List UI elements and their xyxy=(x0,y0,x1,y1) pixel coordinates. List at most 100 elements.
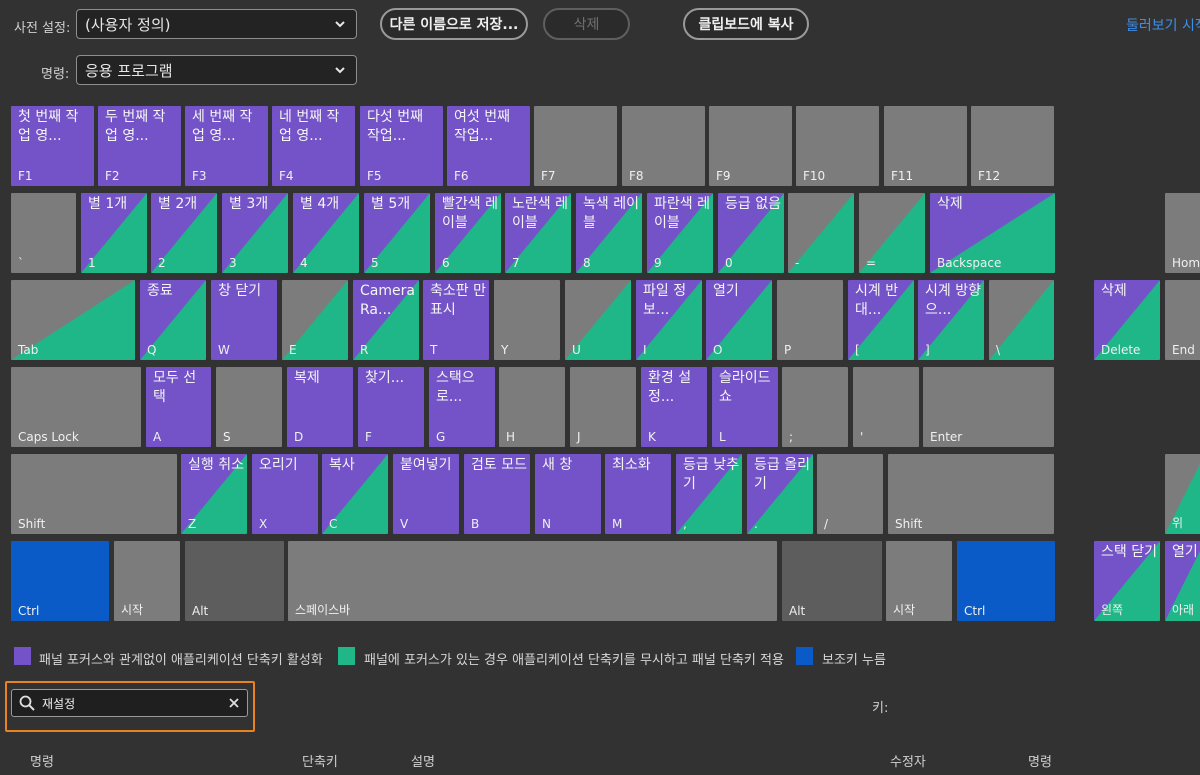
preset-label: 사전 설정: xyxy=(14,21,71,36)
key-sym-r4c10[interactable]: / xyxy=(817,454,883,534)
key-c-r4c3[interactable]: 복사 C xyxy=(322,454,388,534)
clear-icon[interactable] xyxy=(229,698,239,708)
key-f8-r0c7[interactable]: F8 xyxy=(622,106,705,186)
key-cap-label: 3 xyxy=(229,256,237,270)
column-header-command-2[interactable]: 명령 xyxy=(1028,751,1052,770)
key-f11-r0c10[interactable]: F11 xyxy=(884,106,967,186)
key-0-r1c10[interactable]: 등급 없음 0 xyxy=(718,193,784,273)
key-u-r2c7[interactable]: U xyxy=(565,280,631,360)
key-4-r1c4[interactable]: 별 4개 4 xyxy=(293,193,359,273)
key-command-label: 열기 xyxy=(1172,544,1198,560)
key-r-r2c4[interactable]: Camera Ra... R xyxy=(353,280,419,360)
key-sym-r2c11[interactable]: 시계 반대... [ xyxy=(848,280,914,360)
key-shift-r4c0[interactable]: Shift xyxy=(11,454,177,534)
key-tab-r2c0[interactable]: Tab xyxy=(11,280,135,360)
key-sym-r3c10[interactable]: ; xyxy=(782,367,848,447)
key-f9-r0c8[interactable]: F9 xyxy=(709,106,792,186)
key-sym-r3c11[interactable]: ' xyxy=(853,367,919,447)
key-7-r1c7[interactable]: 노란색 레이블 7 xyxy=(505,193,571,273)
key-l-r3c9[interactable]: 슬라이드 쇼 L xyxy=(712,367,778,447)
key-a-r3c1[interactable]: 모두 선택 A xyxy=(146,367,211,447)
key-h-r3c6[interactable]: H xyxy=(499,367,565,447)
key-backspace-r1c13[interactable]: 삭제 Backspace xyxy=(930,193,1055,273)
key-5-r1c5[interactable]: 별 5개 5 xyxy=(364,193,430,273)
key-f3-r0c2[interactable]: 세 번째 작업 영... F3 xyxy=(185,106,268,186)
key-e-r2c3[interactable]: E xyxy=(282,280,348,360)
key-k-r3c8[interactable]: 환경 설정... K xyxy=(641,367,707,447)
key-sym-r4c8[interactable]: 등급 낮추기, xyxy=(676,454,742,534)
key-delete-r2c14[interactable]: 삭제 Delete xyxy=(1094,280,1160,360)
key-z-r4c1[interactable]: 실행 취소 Z xyxy=(181,454,247,534)
key-sym-r4c9[interactable]: 등급 올리기. xyxy=(747,454,813,534)
key-home-r1c14[interactable]: Home xyxy=(1165,193,1200,273)
key-sym-r5c1[interactable]: 시작 xyxy=(114,541,180,621)
browse-tour-link[interactable]: 둘러보기 시작 xyxy=(1126,15,1200,35)
key-sym-r5c8[interactable]: 열기 아래 xyxy=(1165,541,1200,621)
key-alt-r5c2[interactable]: Alt xyxy=(185,541,284,621)
key-cap-label: X xyxy=(259,517,268,531)
key-t-r2c5[interactable]: 축소판 만 표시 T xyxy=(423,280,489,360)
chevron-down-icon xyxy=(335,67,345,74)
key-6-r1c6[interactable]: 빨간색 레이블 6 xyxy=(435,193,501,273)
key-j-r3c7[interactable]: J xyxy=(570,367,636,447)
key-i-r2c8[interactable]: 파일 정보... I xyxy=(636,280,702,360)
key-enter-r3c12[interactable]: Enter xyxy=(923,367,1054,447)
key-2-r1c2[interactable]: 별 2개 2 xyxy=(151,193,217,273)
save-as-button[interactable]: 다른 이름으로 저장... xyxy=(380,8,528,40)
column-header-shortcut[interactable]: 단축키 xyxy=(302,751,338,770)
key-f4-r0c3[interactable]: 네 번째 작업 영... F4 xyxy=(272,106,355,186)
key-q-r2c1[interactable]: 종료 Q xyxy=(140,280,206,360)
search-input[interactable] xyxy=(42,694,222,712)
key-f7-r0c6[interactable]: F7 xyxy=(534,106,617,186)
key-caps-lock-r3c0[interactable]: Caps Lock xyxy=(11,367,141,447)
key-d-r3c3[interactable]: 복제 D xyxy=(287,367,353,447)
key-sym-r2c13[interactable]: \ xyxy=(989,280,1054,360)
key-sym-r1c12[interactable]: = xyxy=(859,193,925,273)
key-y-r2c6[interactable]: Y xyxy=(494,280,560,360)
key-f2-r0c1[interactable]: 두 번째 작업 영... F2 xyxy=(98,106,181,186)
key-sym-r5c7[interactable]: 스택 닫기 왼쪽 xyxy=(1094,541,1160,621)
key-f1-r0c0[interactable]: 첫 번째 작업 영... F1 xyxy=(11,106,94,186)
key-command-label: 종료 xyxy=(147,283,173,299)
key-b-r4c5[interactable]: 검토 모드 B xyxy=(464,454,530,534)
copy-clipboard-button[interactable]: 클립보드에 복사 xyxy=(683,8,809,40)
column-header-command[interactable]: 명령 xyxy=(30,751,54,770)
key-end-r2c15[interactable]: End xyxy=(1165,280,1200,360)
key-command-label: 별 3개 xyxy=(229,196,269,212)
key-v-r4c4[interactable]: 붙여넣기 V xyxy=(393,454,459,534)
key-1-r1c1[interactable]: 별 1개 1 xyxy=(81,193,147,273)
key-9-r1c9[interactable]: 파란색 레이블 9 xyxy=(647,193,713,273)
key-sym-r5c5[interactable]: 시작 xyxy=(886,541,952,621)
key-sym-r1c11[interactable]: - xyxy=(788,193,854,273)
key-sym-r2c12[interactable]: 시계 방향으...] xyxy=(918,280,984,360)
key-sym-r4c12[interactable]: 위 xyxy=(1165,454,1200,534)
key-g-r3c5[interactable]: 스택으로... G xyxy=(429,367,495,447)
key-ctrl-r5c6[interactable]: Ctrl xyxy=(957,541,1055,621)
key-sym-r5c3[interactable]: 스페이스바 xyxy=(288,541,777,621)
key-n-r4c6[interactable]: 새 창 N xyxy=(535,454,601,534)
search-box[interactable] xyxy=(11,689,248,717)
key-x-r4c2[interactable]: 오리기 X xyxy=(252,454,318,534)
key-o-r2c9[interactable]: 열기 O xyxy=(706,280,772,360)
key-p-r2c10[interactable]: P xyxy=(777,280,843,360)
key-cap-label: Alt xyxy=(192,604,209,618)
delete-preset-button[interactable]: 삭제 xyxy=(543,8,630,40)
key-ctrl-r5c0[interactable]: Ctrl xyxy=(11,541,109,621)
key-m-r4c7[interactable]: 최소화 M xyxy=(605,454,671,534)
key-f6-r0c5[interactable]: 여섯 번째 작업... F6 xyxy=(447,106,530,186)
command-select[interactable]: 응용 프로그램 xyxy=(76,55,357,85)
key-f5-r0c4[interactable]: 다섯 번째 작업... F5 xyxy=(360,106,443,186)
key-sym-r1c0[interactable]: ` xyxy=(11,193,76,273)
key-alt-r5c4[interactable]: Alt xyxy=(782,541,882,621)
key-shift-r4c11[interactable]: Shift xyxy=(888,454,1054,534)
key-f10-r0c9[interactable]: F10 xyxy=(796,106,879,186)
key-8-r1c8[interactable]: 녹색 레이블 8 xyxy=(576,193,642,273)
preset-select[interactable]: (사용자 정의) xyxy=(76,9,357,39)
column-header-description[interactable]: 설명 xyxy=(411,751,435,770)
key-f-r3c4[interactable]: 찾기... F xyxy=(358,367,424,447)
column-header-modifier[interactable]: 수정자 xyxy=(890,751,926,770)
key-f12-r0c11[interactable]: F12 xyxy=(971,106,1054,186)
key-s-r3c2[interactable]: S xyxy=(216,367,282,447)
key-w-r2c2[interactable]: 창 닫기 W xyxy=(211,280,277,360)
key-3-r1c3[interactable]: 별 3개 3 xyxy=(222,193,288,273)
